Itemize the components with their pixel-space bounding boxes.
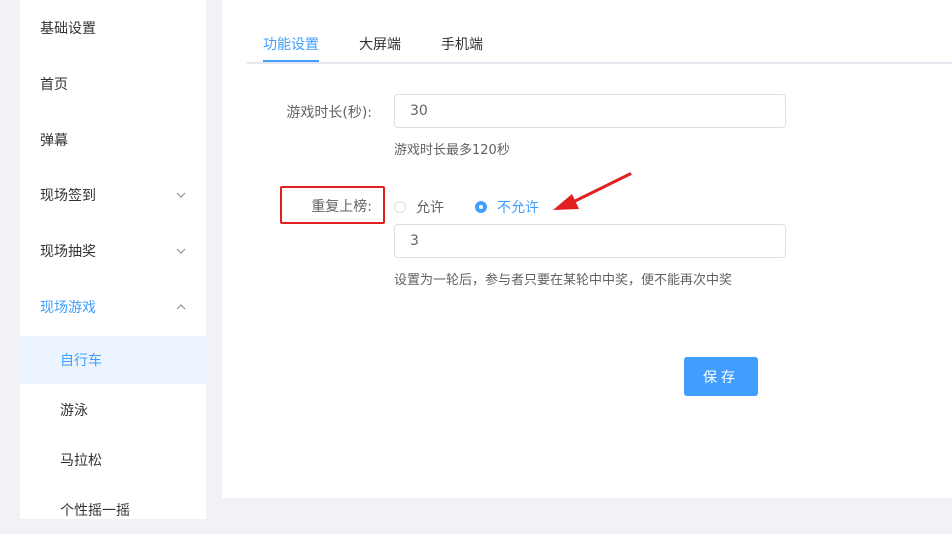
- sidebar-subitem-swimming[interactable]: 游泳: [20, 386, 206, 434]
- repeat-count-value: 3: [410, 233, 419, 249]
- duration-input[interactable]: 30: [394, 94, 786, 128]
- tab-big-screen[interactable]: 大屏端: [359, 34, 401, 54]
- sidebar-item-label: 现场签到: [40, 188, 96, 204]
- sidebar-subitem-label: 游泳: [60, 403, 88, 419]
- duration-hint: 游戏时长最多120秒: [394, 143, 510, 158]
- sidebar-item-label: 现场抽奖: [40, 244, 96, 260]
- sidebar: 基础设置 首页 弹幕 现场签到 现场抽奖 现场游戏 自行车 游泳 马拉松 个性摇…: [20, 0, 206, 519]
- radio-disallow[interactable]: 不允许: [475, 197, 539, 217]
- duration-input-value: 30: [410, 103, 428, 119]
- sidebar-subitem-label: 马拉松: [60, 453, 102, 469]
- radio-circle: [394, 201, 406, 213]
- sidebar-item-label: 现场游戏: [40, 300, 96, 316]
- sidebar-item-lottery[interactable]: 现场抽奖: [20, 227, 206, 275]
- radio-allow-label: 允许: [416, 200, 444, 216]
- repeat-label: 重复上榜:: [311, 199, 372, 215]
- main-panel: 功能设置 大屏端 手机端 游戏时长(秒): 30 游戏时长最多120秒 重复上榜…: [222, 0, 952, 498]
- tab-bar: 功能设置 大屏端 手机端: [247, 22, 952, 64]
- tab-mobile[interactable]: 手机端: [441, 34, 483, 54]
- repeat-hint: 设置为一轮后，参与者只要在某轮中中奖，便不能再次中奖: [394, 273, 733, 288]
- sidebar-subitem-bicycle[interactable]: 自行车: [20, 336, 206, 384]
- sidebar-item-checkin[interactable]: 现场签到: [20, 171, 206, 219]
- repeat-count-input[interactable]: 3: [394, 224, 786, 258]
- sidebar-item-label: 弹幕: [40, 133, 68, 149]
- sidebar-subitem-label: 个性摇一摇: [60, 503, 130, 519]
- radio-allow[interactable]: 允许: [394, 197, 444, 217]
- save-button[interactable]: 保存: [684, 357, 758, 396]
- sidebar-subitem-shake[interactable]: 个性摇一摇: [20, 486, 206, 534]
- sidebar-item-games[interactable]: 现场游戏: [20, 283, 206, 331]
- tab-active-indicator: [263, 60, 319, 62]
- radio-circle-checked: [475, 201, 487, 213]
- sidebar-item-label: 基础设置: [40, 21, 96, 37]
- chevron-down-icon: [176, 192, 186, 198]
- sidebar-subitem-label: 自行车: [60, 353, 102, 369]
- chevron-down-icon: [176, 248, 186, 254]
- sidebar-subitem-marathon[interactable]: 马拉松: [20, 436, 206, 484]
- radio-disallow-label: 不允许: [497, 200, 539, 216]
- sidebar-item-danmaku[interactable]: 弹幕: [20, 116, 206, 164]
- sidebar-item-label: 首页: [40, 77, 68, 93]
- sidebar-item-basic-settings[interactable]: 基础设置: [20, 4, 206, 52]
- sidebar-item-home[interactable]: 首页: [20, 60, 206, 108]
- duration-label: 游戏时长(秒):: [286, 105, 372, 121]
- chevron-up-icon: [176, 304, 186, 310]
- tab-function-settings[interactable]: 功能设置: [263, 34, 319, 54]
